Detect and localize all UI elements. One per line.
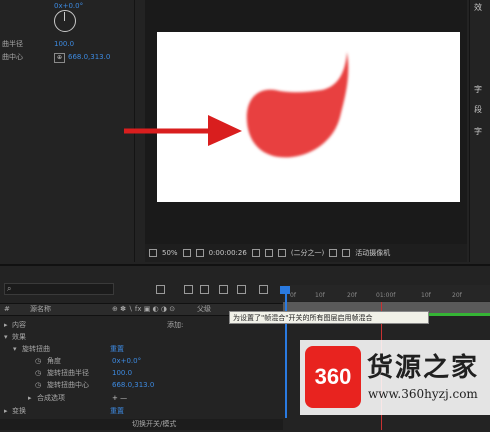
ruler-tick-label: 10f <box>315 292 325 299</box>
motion-blur-icon[interactable] <box>219 285 228 294</box>
zoom-select[interactable]: 50% <box>162 249 178 257</box>
row-label: 内容 <box>12 321 26 329</box>
right-panel-item[interactable]: 段 <box>474 104 482 115</box>
expand-icon[interactable]: ▾ <box>4 331 8 343</box>
stopwatch-icon[interactable]: ◷ <box>35 367 41 379</box>
effect-controls-panel: 0x+0.0° 曲半径 100.0 曲中心 ⊕ 668.0,313.0 <box>0 0 135 262</box>
show-snapshot-icon[interactable] <box>264 249 273 257</box>
timecode[interactable]: 0:00:00:26 <box>209 249 247 257</box>
timeline-row-composite[interactable]: ▸ 合成选项 + — <box>0 392 283 404</box>
add-menu[interactable]: 添加: <box>167 319 183 331</box>
red-blob <box>246 52 349 158</box>
center-row: 曲中心 ⊕ 668.0,313.0 <box>0 51 134 63</box>
camera-snapshot-icon[interactable] <box>251 249 260 257</box>
row-label: 合成选项 <box>37 394 65 402</box>
mask-icon[interactable] <box>195 249 204 257</box>
color-channel-icon[interactable] <box>277 249 286 257</box>
red-arrow-icon <box>124 115 242 146</box>
frame-blending-icon[interactable] <box>200 285 209 294</box>
right-panel-item[interactable]: 字 <box>474 126 482 137</box>
crosshair-icon[interactable]: ⊕ <box>54 53 65 63</box>
stopwatch-icon[interactable]: ◷ <box>35 379 41 391</box>
row-label: 旋转扭曲 <box>22 345 50 353</box>
row-label: 效果 <box>12 333 26 341</box>
comp-flowchart-icon[interactable] <box>259 285 268 294</box>
timeline-row-effects[interactable]: ▾ 效果 <box>0 331 283 343</box>
radius-label: 曲半径 <box>2 40 23 48</box>
label-column-icon: # <box>4 305 10 313</box>
toggle-switches-modes[interactable]: 切换开关/模式 <box>132 419 176 430</box>
region-icon[interactable] <box>149 249 157 257</box>
graph-editor-icon[interactable] <box>237 285 246 294</box>
shy-layers-icon[interactable] <box>184 285 193 294</box>
center-value[interactable]: 668.0,313.0 <box>68 51 110 63</box>
right-panel: 效 字 段 字 <box>469 0 490 262</box>
playhead-handle[interactable] <box>280 286 290 294</box>
row-label: 旋转扭曲半径 <box>47 369 89 377</box>
right-panel-item[interactable]: 效 <box>474 2 482 13</box>
watermark-url: www.360hyzj.com <box>368 387 478 401</box>
row-label: 旋转扭曲中心 <box>47 381 89 389</box>
timeline-footer: 切换开关/模式 <box>0 419 283 430</box>
ruler-tick-label: 20f <box>452 292 462 299</box>
timeline-row-angle[interactable]: ◷ 角度 0x+0.0° <box>0 355 283 367</box>
watermark-logo: 360 <box>305 346 361 408</box>
expand-icon[interactable]: ▾ <box>13 343 17 355</box>
radius-value[interactable]: 100.0 <box>112 367 132 379</box>
timeline-row-transform[interactable]: ▸ 变换 重置 <box>0 405 283 417</box>
reset-link[interactable]: 重置 <box>110 405 124 417</box>
timeline-row-radius[interactable]: ◷ 旋转扭曲半径 100.0 <box>0 367 283 379</box>
reset-link[interactable]: 重置 <box>110 343 124 355</box>
source-name-header[interactable]: 源名称 <box>30 304 51 315</box>
row-label: 角度 <box>47 357 61 365</box>
resolution-select[interactable]: (二分之一) <box>291 248 324 258</box>
parent-header[interactable]: 父级 <box>197 304 211 315</box>
row-label: 变换 <box>12 407 26 415</box>
ruler-tick-label: 01:00f <box>376 292 396 299</box>
search-icon: ⌕ <box>7 284 12 293</box>
timeline-row-center[interactable]: ◷ 旋转扭曲中心 668.0,313.0 <box>0 379 283 391</box>
timeline-row-twirl[interactable]: ▾ 旋转扭曲 重置 <box>0 343 283 355</box>
center-label: 曲中心 <box>2 53 23 61</box>
right-panel-item[interactable]: 字 <box>474 84 482 95</box>
center-value[interactable]: 668.0,313.0 <box>112 379 154 391</box>
transparency-grid-icon[interactable] <box>342 249 351 257</box>
switches-header-icons: ⊕ ✽ ∖ fx ▣ ◐ ◑ ⊙ <box>112 305 176 313</box>
camera-select[interactable]: 活动摄像机 <box>355 248 390 258</box>
ruler-tick-label: 20f <box>347 292 357 299</box>
angle-dial-icon[interactable] <box>54 10 76 32</box>
watermark-brand: 货源之家 <box>367 353 480 383</box>
radius-row: 曲半径 100.0 <box>0 38 134 50</box>
tooltip: 为设置了"帧混合"开关的所有图层启用帧混合 <box>229 311 429 324</box>
ruler-tick-label: 10f <box>421 292 431 299</box>
angle-value[interactable]: 0x+0.0° <box>112 355 141 367</box>
radius-value[interactable]: 100.0 <box>54 38 74 50</box>
region-interest-icon[interactable] <box>329 249 338 257</box>
expand-icon[interactable]: ▸ <box>4 319 8 331</box>
playhead[interactable] <box>285 288 287 418</box>
add-remove-controls[interactable]: + — <box>112 392 127 404</box>
timeline-search-input[interactable]: ⌕ <box>4 283 114 295</box>
draft-3d-icon[interactable] <box>156 285 165 294</box>
expand-icon[interactable]: ▸ <box>28 392 32 404</box>
stopwatch-icon[interactable]: ◷ <box>35 355 41 367</box>
ruler-tick-label: 0f <box>290 292 296 299</box>
grid-icon[interactable] <box>182 249 191 257</box>
viewer-toolbar: 50% 0:00:00:26 (二分之一) 活动摄像机 <box>145 244 467 262</box>
expand-icon[interactable]: ▸ <box>4 405 8 417</box>
